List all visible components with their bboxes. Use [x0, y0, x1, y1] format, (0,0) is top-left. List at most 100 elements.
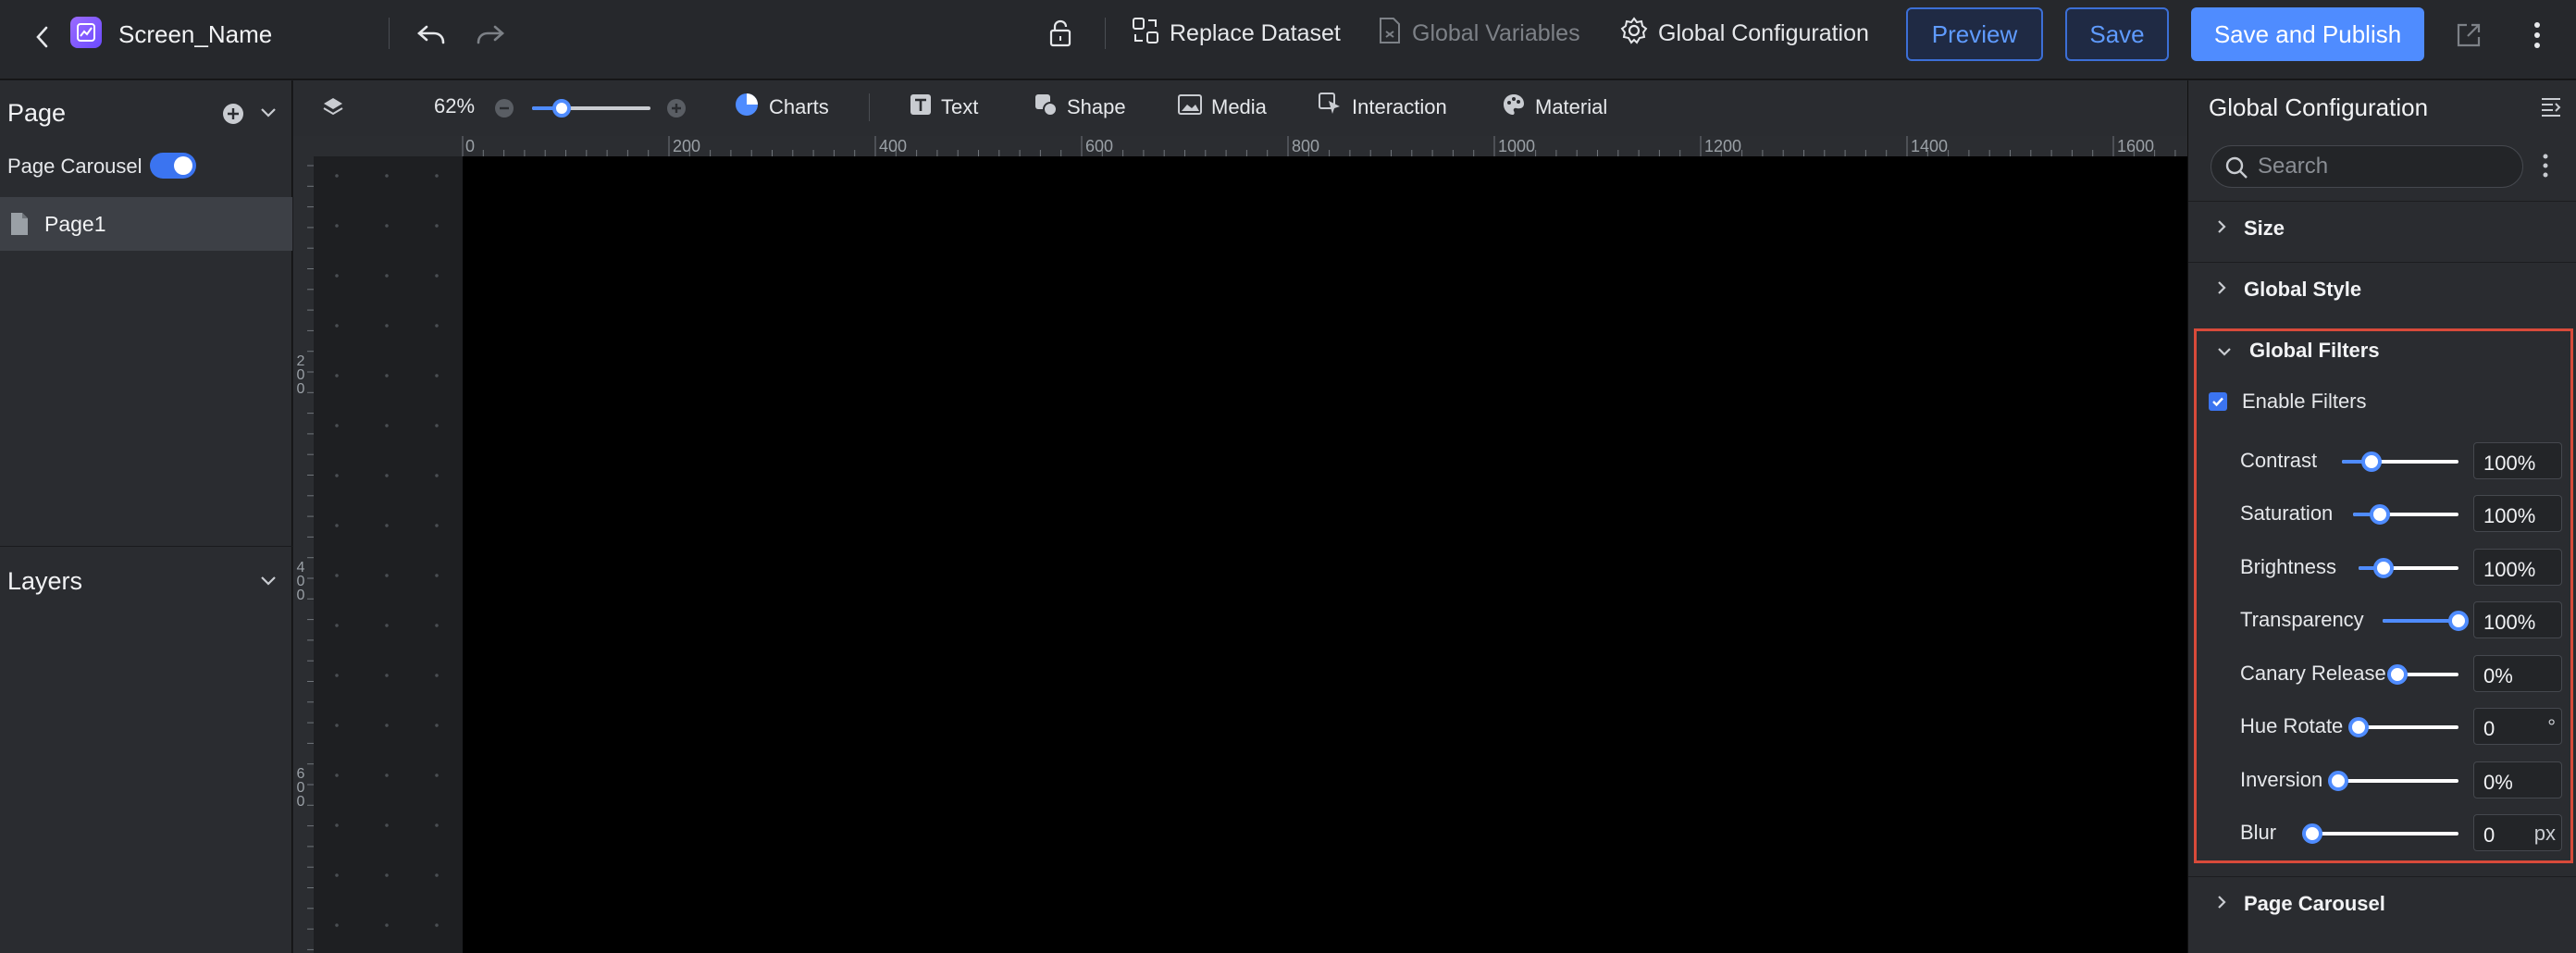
filter-hue-rotate-label: Hue Rotate — [2240, 714, 2344, 737]
horizontal-ruler: 0 200 400 600 800 1000 1200 1400 1600 — [293, 136, 2187, 156]
section-global-style[interactable]: Global Style — [2216, 271, 2361, 308]
filter-transparency-fill — [2383, 619, 2458, 623]
layers-collapse-chevron-icon[interactable] — [259, 575, 278, 592]
replace-dataset-button[interactable]: Replace Dataset — [1131, 17, 1341, 50]
shape-tool[interactable]: Shape — [1034, 93, 1126, 122]
top-bar: Screen_Name Replace Dataset Global Varia… — [0, 0, 2576, 80]
shape-icon — [1034, 93, 1058, 122]
filter-inversion-track[interactable] — [2338, 779, 2458, 783]
save-button[interactable]: Save — [2065, 7, 2169, 61]
vertical-ruler-ticks — [307, 165, 314, 950]
filter-saturation-handle[interactable] — [2369, 504, 2390, 525]
filter-transparency-label: Transparency — [2240, 608, 2364, 631]
interaction-tool-label: Interaction — [1352, 95, 1447, 118]
screen-artboard[interactable] — [463, 156, 2187, 953]
filter-blur-handle[interactable] — [2302, 823, 2322, 844]
section-size[interactable]: Size — [2216, 210, 2285, 247]
filter-hue-rotate-track[interactable] — [2359, 725, 2458, 729]
page-collapse-chevron-icon[interactable] — [259, 106, 278, 124]
chevron-right-icon — [2216, 217, 2227, 241]
horizontal-ruler-ticks — [462, 136, 2176, 156]
zoom-in-icon[interactable] — [665, 97, 687, 124]
redo-icon[interactable] — [472, 19, 509, 52]
back-arrow-icon[interactable] — [24, 19, 61, 56]
collapse-panel-icon[interactable] — [2540, 95, 2562, 122]
section-divider — [2188, 201, 2576, 202]
app-logo-icon — [70, 17, 102, 48]
layers-stack-icon[interactable] — [321, 95, 345, 124]
filter-inversion-input[interactable]: 0% — [2473, 761, 2562, 798]
canvas-toolbar: 62% Charts Text Shape Media Interaction … — [293, 80, 2187, 136]
text-icon — [910, 93, 932, 121]
global-variables-icon — [1377, 16, 1403, 52]
add-page-icon[interactable] — [222, 103, 244, 130]
toolbar-divider — [389, 18, 390, 49]
filter-brightness-handle[interactable] — [2373, 558, 2394, 578]
zoom-level: 62% — [434, 94, 476, 118]
panel-divider — [0, 546, 292, 547]
chevron-right-icon — [2216, 278, 2227, 302]
section-size-label: Size — [2244, 217, 2285, 240]
replace-dataset-label: Replace Dataset — [1170, 19, 1341, 46]
filter-inversion-label: Inversion — [2240, 768, 2323, 791]
enable-filters-label: Enable Filters — [2242, 390, 2367, 413]
chevron-right-icon — [2216, 892, 2227, 916]
page-carousel-toggle[interactable] — [150, 153, 196, 179]
filter-contrast-handle[interactable] — [2360, 452, 2382, 472]
filter-saturation-label: Saturation — [2240, 501, 2334, 525]
chevron-down-icon — [2216, 339, 2233, 363]
filter-contrast-label: Contrast — [2240, 449, 2318, 472]
filter-canary-release-label: Canary Release — [2240, 662, 2386, 685]
filter-transparency-handle[interactable] — [2448, 611, 2469, 631]
ruler-label: 200 — [296, 353, 305, 397]
gear-icon — [1619, 16, 1649, 52]
zoom-slider-handle[interactable] — [552, 99, 571, 118]
save-and-publish-button[interactable]: Save and Publish — [2191, 7, 2424, 61]
preview-button[interactable]: Preview — [1906, 7, 2043, 61]
lock-icon[interactable] — [1044, 15, 1077, 52]
filter-blur-track[interactable] — [2312, 832, 2458, 835]
filter-blur-input[interactable]: 0 px — [2473, 814, 2562, 851]
page-carousel-label: Page Carousel — [7, 155, 142, 178]
global-configuration-button[interactable]: Global Configuration — [1619, 16, 1869, 52]
text-tool[interactable]: Text — [910, 93, 978, 122]
open-external-icon[interactable] — [2452, 19, 2485, 52]
section-page-carousel-label: Page Carousel — [2244, 892, 2385, 915]
screen-name[interactable]: Screen_Name — [118, 19, 272, 50]
section-divider — [2188, 876, 2576, 877]
media-tool[interactable]: Media — [1178, 93, 1267, 122]
filter-hue-rotate-handle[interactable] — [2348, 717, 2369, 737]
charts-tool-label: Charts — [769, 95, 829, 118]
section-global-filters[interactable]: Global Filters — [2216, 332, 2380, 369]
filter-brightness-input[interactable]: 100% — [2473, 549, 2562, 586]
ruler-label: 800 — [1292, 137, 1320, 155]
more-options-icon[interactable] — [2542, 153, 2549, 183]
filter-canary-release-input[interactable]: 0% — [2473, 655, 2562, 692]
pie-chart-icon — [734, 92, 760, 123]
page-list-item[interactable]: Page1 — [0, 197, 292, 251]
replace-dataset-icon — [1131, 16, 1160, 52]
zoom-out-icon[interactable] — [493, 97, 515, 124]
enable-filters-checkbox[interactable] — [2209, 392, 2227, 411]
interaction-tool[interactable]: Interaction — [1319, 93, 1447, 122]
ruler-label: 600 — [296, 766, 305, 810]
filter-transparency-input[interactable]: 100% — [2473, 601, 2562, 638]
search-input[interactable] — [2258, 154, 2508, 179]
cursor-click-icon — [1319, 93, 1343, 122]
shape-tool-label: Shape — [1067, 95, 1126, 118]
filter-hue-rotate-input[interactable]: 0 ° — [2473, 708, 2562, 745]
ruler-label: 400 — [879, 137, 908, 155]
material-tool[interactable]: Material — [1502, 93, 1607, 122]
section-page-carousel[interactable]: Page Carousel — [2216, 885, 2385, 922]
section-global-filters-label: Global Filters — [2249, 339, 2380, 362]
filter-saturation-input[interactable]: 100% — [2473, 495, 2562, 532]
filter-canary-release-handle[interactable] — [2387, 664, 2408, 685]
ruler-label: 1200 — [1704, 137, 1742, 155]
undo-icon[interactable] — [413, 19, 450, 52]
global-variables-button[interactable]: Global Variables — [1377, 17, 1580, 50]
more-vertical-icon[interactable] — [2520, 17, 2554, 54]
charts-tool[interactable]: Charts — [734, 93, 829, 122]
filter-inversion-handle[interactable] — [2328, 771, 2348, 791]
panel-title: Global Configuration — [2209, 93, 2429, 121]
filter-contrast-input[interactable]: 100% — [2473, 442, 2562, 479]
